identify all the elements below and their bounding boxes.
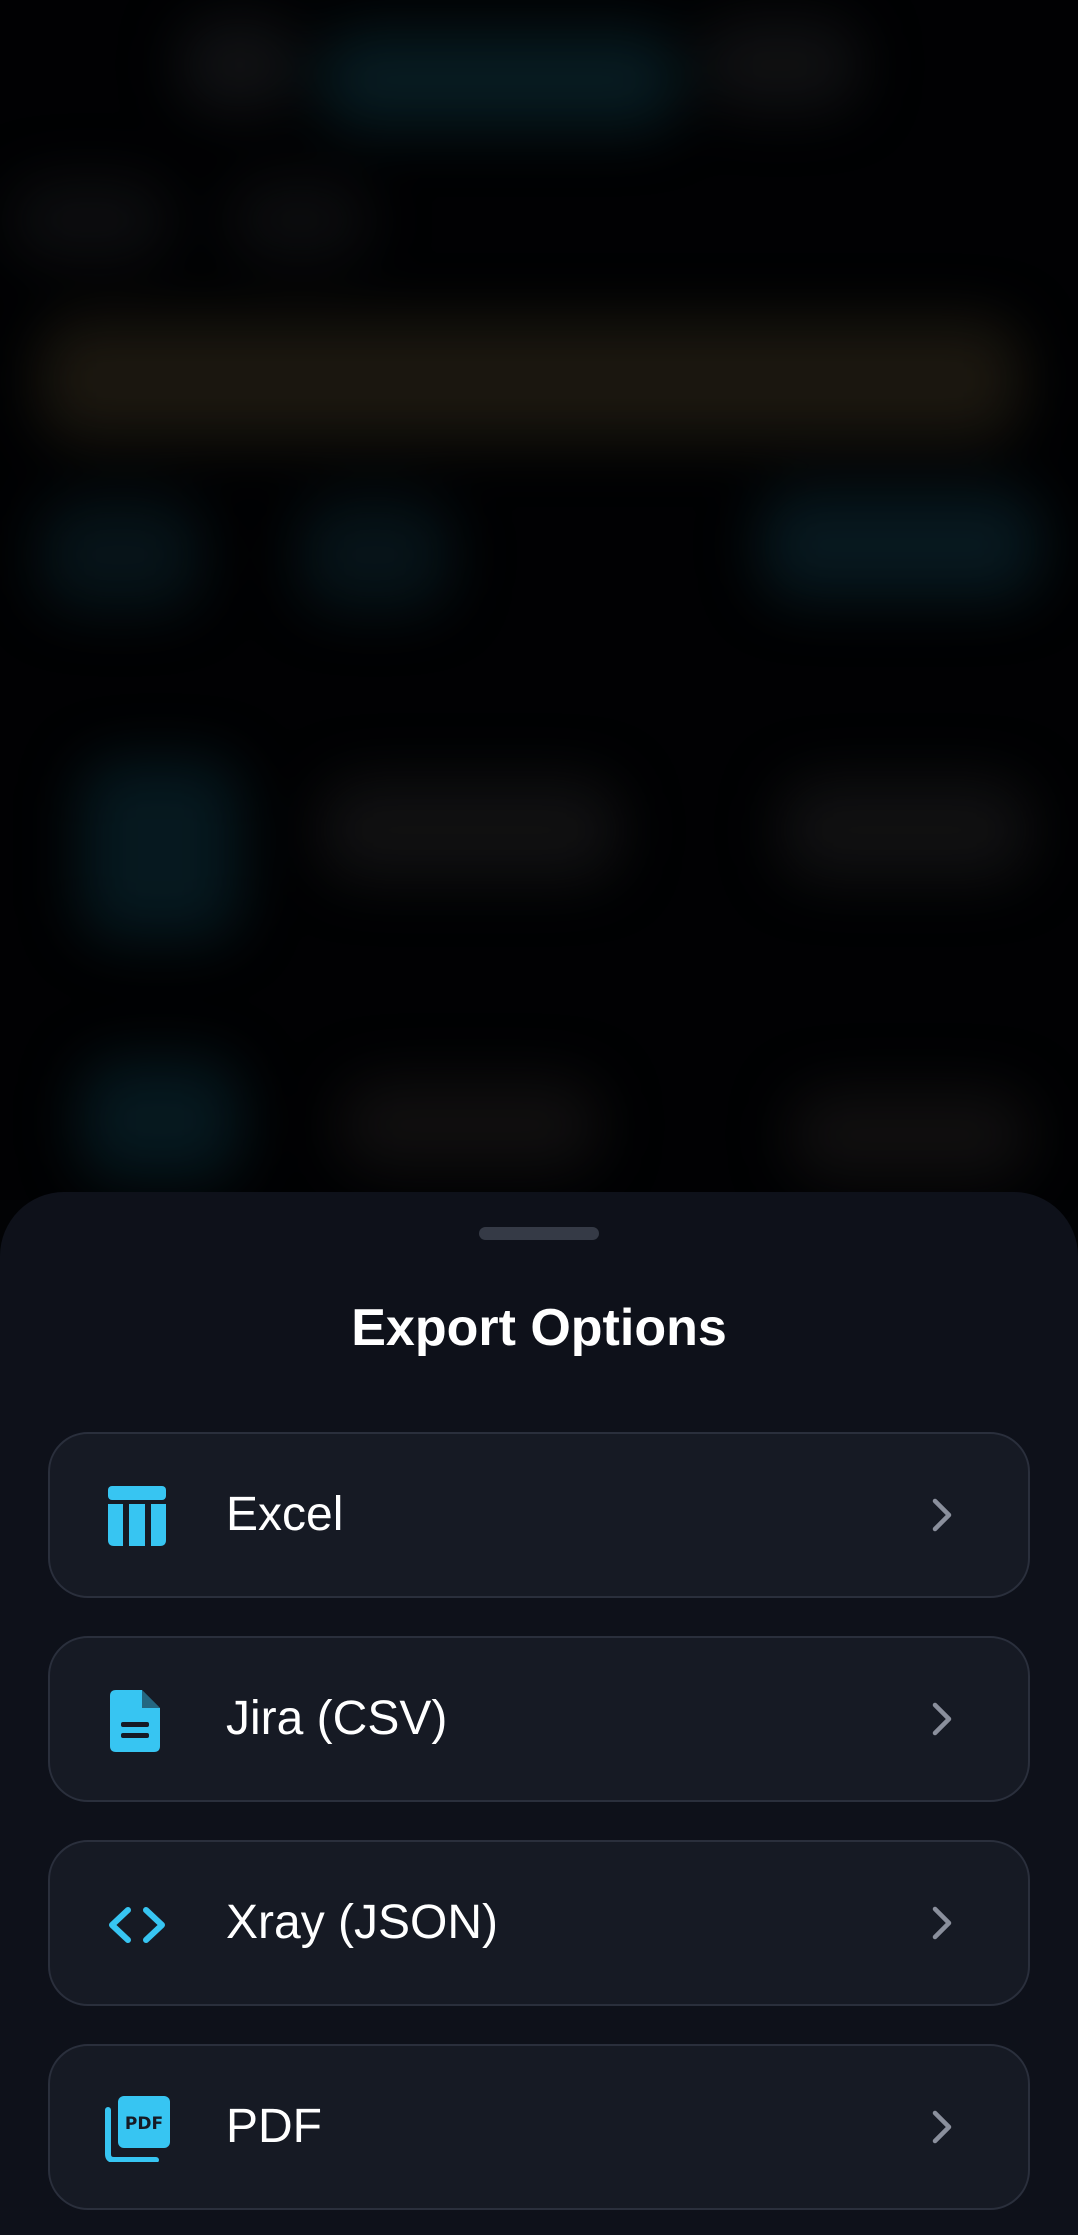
export-option-pdf[interactable]: PDF PDF [48,2044,1030,2210]
pdf-icon: PDF [105,2096,170,2162]
option-label: Jira (CSV) [226,1692,448,1745]
export-option-xray-json[interactable]: Xray (JSON) [48,1840,1030,2006]
option-label: Excel [226,1488,344,1541]
sheet-title: Export Options [351,1299,727,1357]
option-label: PDF [226,2100,322,2153]
code-icon [109,1907,165,1943]
background-scrim[interactable] [0,0,1078,1200]
export-options-sheet: Export Options Excel Jira (CSV) Xray (JS… [0,1192,1078,2235]
chevron-right-icon [932,1906,952,1940]
chevron-right-icon [932,1702,952,1736]
export-option-excel[interactable]: Excel [48,1432,1030,1598]
screen: Export Options Excel Jira (CSV) Xray (JS… [0,0,1078,2235]
option-label: Xray (JSON) [226,1896,499,1949]
chevron-right-icon [932,1498,952,1532]
drag-handle[interactable] [479,1227,599,1240]
table-icon [108,1486,166,1546]
chevron-right-icon [932,2110,952,2144]
svg-text:PDF: PDF [125,2114,163,2134]
document-icon [110,1690,160,1752]
export-option-jira-csv[interactable]: Jira (CSV) [48,1636,1030,1802]
